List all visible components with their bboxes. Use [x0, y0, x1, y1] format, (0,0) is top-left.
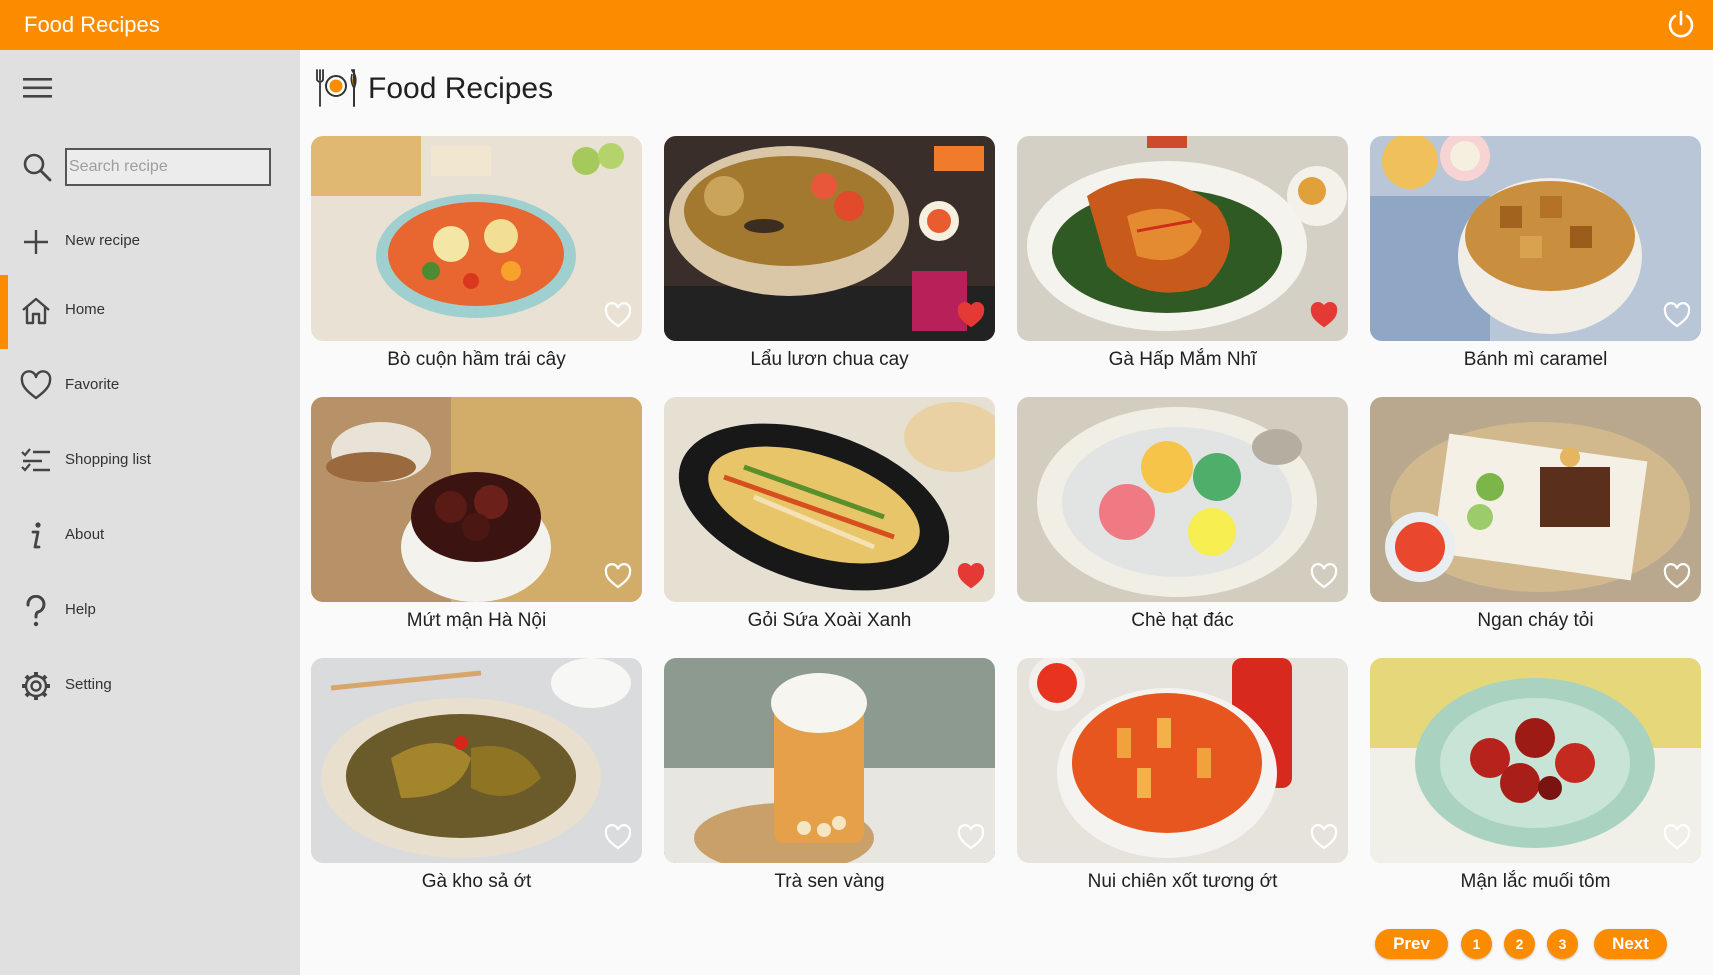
prev-button[interactable]: Prev [1375, 929, 1448, 959]
sidebar-item-favorite[interactable]: Favorite [0, 350, 300, 420]
recipe-photo [664, 658, 995, 863]
heart-icon[interactable] [957, 302, 985, 328]
recipe-photo [311, 397, 642, 602]
heart-icon[interactable] [1663, 302, 1691, 328]
sidebar-item-label: Help [65, 601, 96, 618]
recipe-photo [1370, 658, 1701, 863]
recipe-card[interactable]: Lẩu lươn chua cay [664, 136, 995, 381]
recipe-name: Nui chiên xốt tương ớt [1087, 871, 1278, 892]
sidebar-item-about[interactable]: About [0, 500, 300, 570]
recipe-name: Bánh mì caramel [1463, 349, 1608, 370]
recipe-name: Chè hạt đác [1131, 610, 1234, 631]
main-content: Food Recipes Bò cuộn hầm trái cây Lẩu lư… [300, 50, 1713, 975]
sidebar-item-home[interactable]: Home [0, 275, 300, 349]
recipe-photo [1017, 136, 1348, 341]
power-icon[interactable] [1665, 9, 1697, 41]
sidebar-item-label: Setting [65, 676, 112, 693]
recipe-card[interactable]: Gà kho sả ớt [311, 658, 642, 903]
recipe-card[interactable]: Bò cuộn hầm trái cây [311, 136, 642, 381]
recipe-name: Bò cuộn hầm trái cây [387, 349, 566, 370]
recipe-card[interactable]: Mứt mận Hà Nội [311, 397, 642, 642]
sidebar-item-label: New recipe [65, 232, 141, 249]
page-1-button[interactable]: 1 [1461, 929, 1492, 959]
recipe-card[interactable]: Bánh mì caramel [1370, 136, 1701, 381]
heart-icon [20, 370, 52, 400]
recipe-photo [1017, 397, 1348, 602]
home-icon [22, 297, 50, 325]
heart-icon[interactable] [604, 302, 632, 328]
sidebar-item-label: Favorite [65, 376, 120, 393]
plus-icon [24, 230, 48, 254]
recipe-name: Trà sen vàng [774, 871, 885, 892]
sidebar-item-label: About [65, 526, 105, 543]
info-icon [31, 522, 41, 549]
app-title: Food Recipes [24, 12, 160, 37]
recipe-name: Ngan cháy tỏi [1477, 610, 1594, 631]
recipe-card[interactable]: Mận lắc muối tôm [1370, 658, 1701, 903]
sidebar-item-label: Shopping list [65, 451, 151, 468]
recipe-photo [311, 658, 642, 863]
recipe-name: Mận lắc muối tôm [1460, 871, 1611, 892]
recipe-name: Lẩu lươn chua cay [750, 349, 909, 370]
page-title: Food Recipes [368, 72, 554, 105]
question-icon [26, 595, 46, 627]
dining-logo-icon [316, 69, 357, 107]
recipe-card[interactable]: Ngan cháy tỏi [1370, 397, 1701, 642]
recipe-name: Gỏi Sứa Xoài Xanh [747, 610, 912, 631]
gear-icon [22, 672, 50, 700]
recipe-name: Gà Hấp Mắm Nhĩ [1108, 349, 1257, 370]
page-2-button[interactable]: 2 [1504, 929, 1535, 959]
heart-icon[interactable] [957, 824, 985, 850]
recipe-name: Gà kho sả ớt [421, 871, 532, 892]
sidebar: New recipe Home Favorite Shopping list [0, 50, 300, 975]
page-3-button[interactable]: 3 [1547, 929, 1578, 959]
recipe-card[interactable]: Trà sen vàng [664, 658, 995, 903]
recipe-card[interactable]: Nui chiên xốt tương ớt [1017, 658, 1348, 903]
recipe-photo [664, 397, 995, 602]
heart-icon[interactable] [604, 824, 632, 850]
heart-icon[interactable] [1310, 563, 1338, 589]
heart-icon[interactable] [604, 563, 632, 589]
sidebar-item-setting[interactable]: Setting [0, 650, 300, 720]
hamburger-menu-icon[interactable] [22, 74, 54, 102]
search-icon[interactable] [22, 152, 52, 182]
search-input[interactable] [65, 148, 271, 186]
heart-icon[interactable] [1310, 824, 1338, 850]
recipe-photo [1370, 397, 1701, 602]
recipe-card[interactable]: Gỏi Sứa Xoài Xanh [664, 397, 995, 642]
heart-icon[interactable] [1310, 302, 1338, 328]
sidebar-item-new-recipe[interactable]: New recipe [0, 206, 300, 276]
recipe-photo [664, 136, 995, 341]
app-header: Food Recipes [0, 0, 1713, 50]
heart-icon[interactable] [957, 563, 985, 589]
recipe-card[interactable]: Gà Hấp Mắm Nhĩ [1017, 136, 1348, 381]
list-icon [21, 448, 50, 472]
recipe-card[interactable]: Chè hạt đác [1017, 397, 1348, 642]
recipe-name: Mứt mận Hà Nội [406, 610, 547, 631]
recipe-photo [1017, 658, 1348, 863]
sidebar-item-label: Home [65, 301, 106, 318]
heart-icon[interactable] [1663, 824, 1691, 850]
recipe-photo [311, 136, 642, 341]
sidebar-item-help[interactable]: Help [0, 575, 300, 645]
heart-icon[interactable] [1663, 563, 1691, 589]
search-row [0, 142, 300, 192]
recipe-photo [1370, 136, 1701, 341]
next-button[interactable]: Next [1594, 929, 1667, 959]
sidebar-item-shopping-list[interactable]: Shopping list [0, 425, 300, 495]
